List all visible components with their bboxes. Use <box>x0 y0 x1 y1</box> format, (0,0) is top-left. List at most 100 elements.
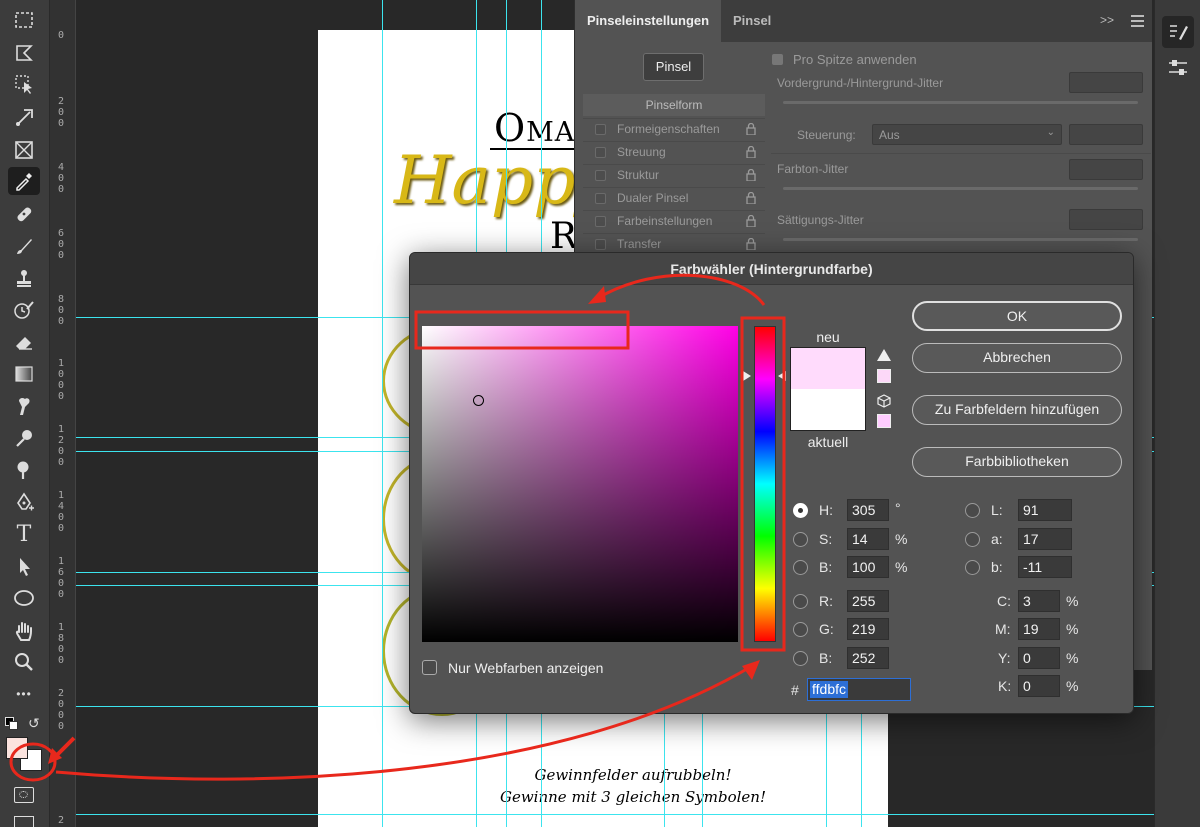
apply-per-tip-checkbox[interactable] <box>772 54 783 65</box>
web-color-swatch[interactable] <box>877 414 891 428</box>
hue-jitter-field[interactable] <box>1069 159 1143 180</box>
web-cube-icon[interactable] <box>877 394 891 413</box>
hue-slider[interactable] <box>754 326 776 642</box>
list-item[interactable]: Streuung <box>583 141 765 163</box>
crop-icon[interactable] <box>8 104 40 132</box>
tab-brush-settings[interactable]: Pinseleinstellungen <box>575 0 722 42</box>
brush-icon[interactable] <box>8 232 40 260</box>
radio-l[interactable] <box>965 503 980 518</box>
radio-h[interactable] <box>793 503 808 518</box>
fg-bg-jitter-field[interactable] <box>1069 72 1143 93</box>
input-m[interactable]: 19 <box>1018 618 1060 640</box>
list-item[interactable]: Struktur <box>583 164 765 186</box>
list-item[interactable]: Formeigenschaften <box>583 118 765 140</box>
input-r[interactable]: 255 <box>847 590 889 612</box>
foreground-color-swatch[interactable] <box>6 737 28 759</box>
lock-icon[interactable] <box>745 123 757 135</box>
checkbox[interactable] <box>595 147 606 158</box>
burn-icon[interactable] <box>8 456 40 484</box>
list-item[interactable]: Farbeinstellungen <box>583 210 765 232</box>
pen-icon[interactable] <box>8 488 40 516</box>
type-icon[interactable]: T <box>8 520 40 548</box>
ellipse-icon[interactable] <box>8 584 40 612</box>
current-color-swatch[interactable] <box>790 389 866 431</box>
fg-bg-jitter-slider[interactable] <box>783 101 1138 104</box>
add-to-swatches-button[interactable]: Zu Farbfeldern hinzufügen <box>912 395 1122 425</box>
guide-vertical[interactable] <box>382 0 383 827</box>
default-colors-icon[interactable] <box>5 717 19 731</box>
ok-button[interactable]: OK <box>912 301 1122 331</box>
healing-icon[interactable] <box>8 200 40 228</box>
brush-settings-dock-icon[interactable] <box>1162 16 1194 48</box>
radio-b[interactable] <box>793 560 808 575</box>
list-item[interactable]: Dualer Pinsel <box>583 187 765 209</box>
brush-tip-shape-header[interactable]: Pinselform <box>583 94 765 116</box>
marquee-icon[interactable] <box>8 6 40 34</box>
path-select-icon[interactable] <box>8 552 40 580</box>
warning-icon[interactable] <box>877 349 891 361</box>
radio-blue[interactable] <box>793 651 808 666</box>
color-libraries-button[interactable]: Farbbibliotheken <box>912 447 1122 477</box>
frame-icon[interactable] <box>8 136 40 164</box>
lock-icon[interactable] <box>745 192 757 204</box>
dodge-icon[interactable] <box>8 424 40 452</box>
radio-lab-b[interactable] <box>965 560 980 575</box>
quick-mask-icon[interactable] <box>14 787 34 803</box>
checkbox[interactable] <box>595 193 606 204</box>
pinsel-button[interactable]: Pinsel <box>643 53 704 81</box>
tab-brush[interactable]: Pinsel <box>721 0 783 42</box>
input-s[interactable]: 14 <box>847 528 889 550</box>
zoom-icon[interactable] <box>8 648 40 676</box>
more-icon[interactable]: ••• <box>8 680 40 708</box>
guide-horizontal[interactable] <box>76 814 1154 815</box>
saturation-jitter-field[interactable] <box>1069 209 1143 230</box>
hue-arrow-right-icon[interactable] <box>778 371 786 381</box>
input-y[interactable]: 0 <box>1018 647 1060 669</box>
checkbox[interactable] <box>595 216 606 227</box>
radio-s[interactable] <box>793 532 808 547</box>
radio-a[interactable] <box>965 532 980 547</box>
input-blue[interactable]: 252 <box>847 647 889 669</box>
eraser-icon[interactable] <box>8 328 40 356</box>
radio-g[interactable] <box>793 622 808 637</box>
input-h[interactable]: 305 <box>847 499 889 521</box>
hue-arrow-left-icon[interactable] <box>743 371 751 381</box>
input-hex[interactable]: ffdbfc <box>807 678 911 701</box>
lasso-icon[interactable] <box>8 38 40 66</box>
saturation-jitter-slider[interactable] <box>783 238 1138 241</box>
swap-colors-icon[interactable]: ↺ <box>28 715 40 732</box>
sliders-dock-icon[interactable] <box>1162 52 1194 84</box>
panel-collapse-chevrons[interactable]: >> <box>1100 13 1114 27</box>
warning-color-swatch[interactable] <box>877 369 891 383</box>
saturation-brightness-field[interactable] <box>422 326 738 642</box>
input-a[interactable]: 17 <box>1018 528 1072 550</box>
smudge-icon[interactable] <box>8 392 40 420</box>
screen-mode-icon[interactable] <box>14 816 34 827</box>
checkbox[interactable] <box>595 124 606 135</box>
vertical-ruler[interactable]: 0 2 0 0 4 0 0 6 0 0 8 0 0 1 0 0 0 1 2 0 … <box>50 0 76 827</box>
object-select-icon[interactable] <box>8 70 40 98</box>
lock-icon[interactable] <box>745 238 757 250</box>
dialog-title[interactable]: Farbwähler (Hintergrundfarbe) <box>410 253 1133 285</box>
input-k[interactable]: 0 <box>1018 675 1060 697</box>
web-colors-checkbox[interactable] <box>422 660 437 675</box>
lock-icon[interactable] <box>745 169 757 181</box>
checkbox[interactable] <box>595 239 606 250</box>
lock-icon[interactable] <box>745 215 757 227</box>
panel-menu-icon[interactable] <box>1131 15 1144 27</box>
hue-jitter-slider[interactable] <box>783 187 1138 190</box>
input-l[interactable]: 91 <box>1018 499 1072 521</box>
control-value-field[interactable] <box>1069 124 1143 145</box>
lock-icon[interactable] <box>745 146 757 158</box>
checkbox[interactable] <box>595 170 606 181</box>
eyedropper-icon[interactable] <box>8 167 40 195</box>
control-select[interactable]: Aus ⌄ <box>872 124 1062 145</box>
gradient-icon[interactable] <box>8 360 40 388</box>
color-cursor[interactable] <box>473 395 484 406</box>
cancel-button[interactable]: Abbrechen <box>912 343 1122 373</box>
input-g[interactable]: 219 <box>847 618 889 640</box>
hand-icon[interactable] <box>8 617 40 645</box>
stamp-icon[interactable] <box>8 264 40 292</box>
input-lab-b[interactable]: -11 <box>1018 556 1072 578</box>
history-brush-icon[interactable] <box>8 296 40 324</box>
